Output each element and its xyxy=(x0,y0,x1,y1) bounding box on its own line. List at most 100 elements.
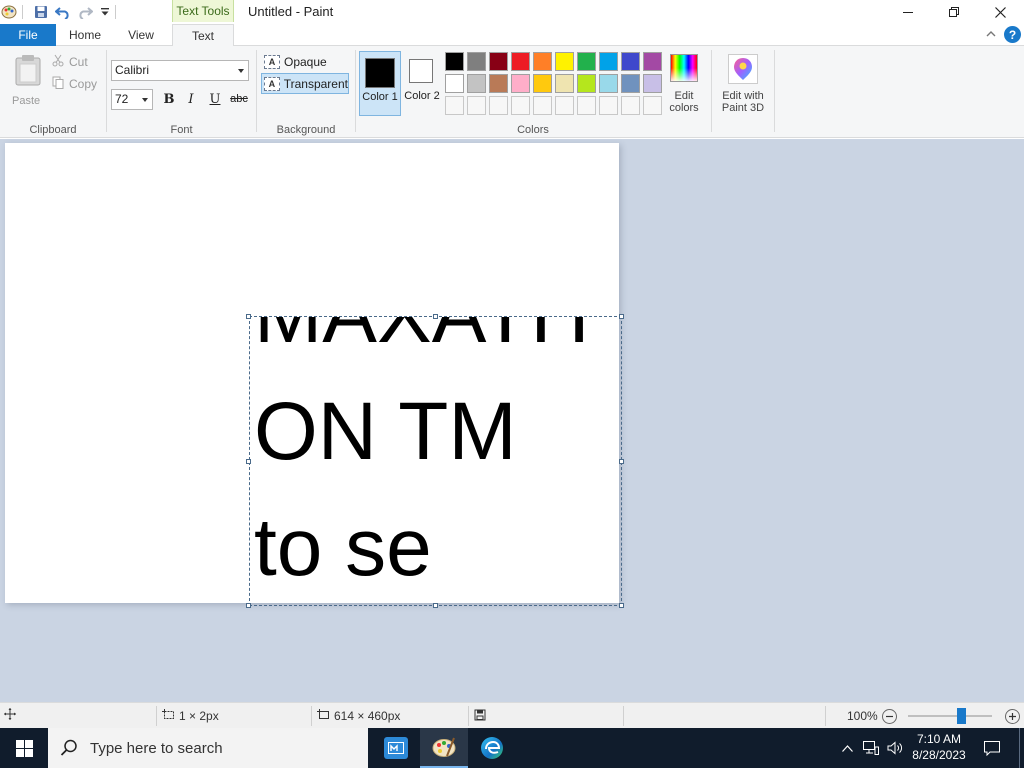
palette-swatch[interactable] xyxy=(511,52,530,71)
palette-swatch[interactable] xyxy=(555,74,574,93)
edit-colors-button[interactable]: Edit colors xyxy=(666,52,706,114)
minimize-button[interactable] xyxy=(885,0,931,24)
resize-handle-bottom[interactable] xyxy=(433,603,438,608)
custom-color-slot[interactable] xyxy=(599,96,618,115)
resize-handle-bottom-left[interactable] xyxy=(246,603,251,608)
palette-swatch[interactable] xyxy=(577,52,596,71)
selection-size-field: 1 × 2px xyxy=(162,709,219,723)
paint3d-label: Edit with Paint 3D xyxy=(721,90,765,114)
chevron-up-icon[interactable] xyxy=(838,728,856,768)
copy-button[interactable]: Copy xyxy=(52,76,97,92)
custom-color-slot[interactable] xyxy=(511,96,530,115)
color1-button[interactable]: Color 1 xyxy=(359,51,401,116)
zoom-slider-thumb[interactable] xyxy=(957,708,966,724)
close-button[interactable] xyxy=(977,0,1023,24)
resize-handle-bottom-right[interactable] xyxy=(619,603,624,608)
palette-swatch[interactable] xyxy=(533,74,552,93)
custom-color-slot[interactable] xyxy=(489,96,508,115)
custom-color-slot[interactable] xyxy=(621,96,640,115)
collapse-ribbon-icon[interactable] xyxy=(986,28,996,42)
paste-button[interactable]: Paste xyxy=(8,52,46,108)
palette-swatch[interactable] xyxy=(577,74,596,93)
font-size-dropdown[interactable]: 72 xyxy=(111,89,153,110)
palette-swatch[interactable] xyxy=(511,74,530,93)
palette-swatch[interactable] xyxy=(643,52,662,71)
font-family-dropdown[interactable]: Calibri xyxy=(111,60,249,81)
custom-color-slot[interactable] xyxy=(467,96,486,115)
bold-button[interactable]: B xyxy=(159,89,179,109)
italic-button[interactable]: I xyxy=(181,89,201,109)
taskbar-clock[interactable]: 7:10 AM 8/28/2023 xyxy=(904,731,974,763)
save-icon[interactable] xyxy=(32,3,50,21)
palette-swatch[interactable] xyxy=(445,52,464,71)
restore-button[interactable] xyxy=(931,0,977,24)
app-window-icon xyxy=(384,737,408,759)
zoom-out-button[interactable] xyxy=(882,709,897,724)
qat-separator xyxy=(22,5,23,19)
color2-button[interactable]: Color 2 xyxy=(402,51,442,116)
custom-color-slot[interactable] xyxy=(555,96,574,115)
palette-swatch[interactable] xyxy=(445,74,464,93)
resize-handle-top-left[interactable] xyxy=(246,314,251,319)
opaque-button[interactable]: A Opaque xyxy=(262,51,350,72)
palette-swatch[interactable] xyxy=(621,74,640,93)
tab-text[interactable]: Text xyxy=(172,24,234,47)
tab-file[interactable]: File xyxy=(0,24,56,46)
paint-app-icon[interactable] xyxy=(0,3,18,21)
help-icon[interactable]: ? xyxy=(1004,26,1021,43)
palette-swatch[interactable] xyxy=(621,52,640,71)
taskbar-app-edge[interactable] xyxy=(468,728,516,768)
cut-button[interactable]: Cut xyxy=(52,54,88,70)
edit-with-paint3d-button[interactable]: Edit with Paint 3D xyxy=(714,52,772,116)
palette-swatch[interactable] xyxy=(467,74,486,93)
redo-icon[interactable] xyxy=(76,3,94,21)
zoom-in-button[interactable] xyxy=(1005,709,1020,724)
palette-swatch[interactable] xyxy=(489,52,508,71)
zoom-slider[interactable] xyxy=(908,715,992,717)
title-bar: Text Tools Untitled - Paint xyxy=(0,0,1024,24)
taskbar-app-multitask[interactable] xyxy=(372,728,420,768)
text-line-2[interactable]: ON TM xyxy=(254,391,517,473)
copy-icon xyxy=(52,76,64,92)
chevron-down-icon xyxy=(238,69,244,73)
custom-color-slot[interactable] xyxy=(577,96,596,115)
colors-group-label: Colors xyxy=(517,124,549,136)
text-line-1[interactable]: MAXATH xyxy=(254,317,590,356)
network-icon[interactable] xyxy=(860,728,882,768)
cursor-position-icon xyxy=(4,708,16,720)
volume-icon[interactable] xyxy=(884,728,906,768)
drawing-canvas[interactable]: MAXATH ON TM to se xyxy=(5,143,624,608)
taskbar-search-box[interactable]: Type here to search xyxy=(48,728,368,768)
strikethrough-button[interactable]: abc xyxy=(227,89,251,109)
resize-handle-top[interactable] xyxy=(433,314,438,319)
tab-home[interactable]: Home xyxy=(60,24,110,46)
custom-color-slot[interactable] xyxy=(533,96,552,115)
underline-button[interactable]: U xyxy=(205,89,225,109)
transparent-button[interactable]: A Transparent xyxy=(261,73,349,94)
background-group-label: Background xyxy=(276,124,336,136)
canvas-size: 614 × 460px xyxy=(334,709,401,723)
clock-date: 8/28/2023 xyxy=(912,748,966,762)
palette-swatch[interactable] xyxy=(489,74,508,93)
undo-icon[interactable] xyxy=(54,3,72,21)
resize-handle-top-right[interactable] xyxy=(619,314,624,319)
resize-handle-left[interactable] xyxy=(246,459,251,464)
resize-handle-right[interactable] xyxy=(619,459,624,464)
customize-qat-icon[interactable] xyxy=(96,3,114,21)
palette-swatch[interactable] xyxy=(533,52,552,71)
text-line-3[interactable]: to se xyxy=(254,507,432,589)
custom-color-slot[interactable] xyxy=(445,96,464,115)
show-desktop-button[interactable] xyxy=(1019,728,1020,768)
status-separator xyxy=(311,706,312,726)
palette-swatch[interactable] xyxy=(599,52,618,71)
taskbar-app-paint[interactable] xyxy=(420,728,468,768)
notifications-icon[interactable] xyxy=(978,728,1006,768)
palette-swatch[interactable] xyxy=(599,74,618,93)
clipboard-icon xyxy=(14,54,42,89)
start-button[interactable] xyxy=(0,728,48,768)
text-box[interactable]: MAXATH ON TM to se xyxy=(249,316,622,606)
palette-swatch[interactable] xyxy=(555,52,574,71)
cut-label: Cut xyxy=(69,55,88,69)
palette-swatch[interactable] xyxy=(467,52,486,71)
tab-view[interactable]: View xyxy=(116,24,166,46)
